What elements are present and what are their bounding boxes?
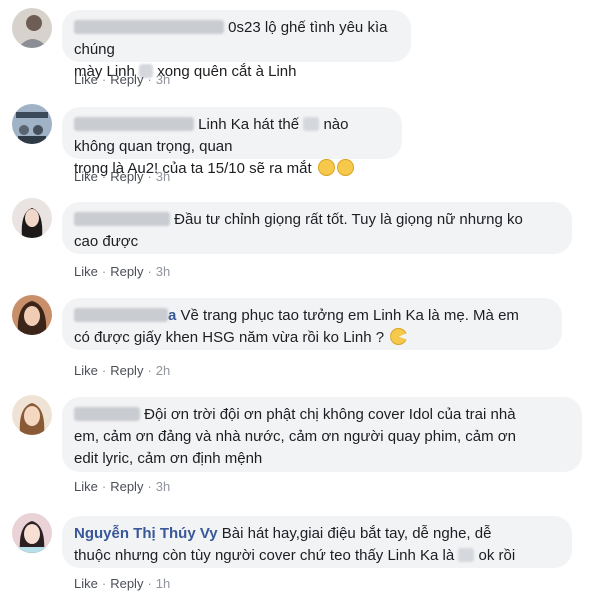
avatar[interactable] <box>12 8 52 48</box>
comment-bubble: Nguyễn Thị Thúy Vy Bài hát hay,giai điệu… <box>62 516 572 568</box>
comment-text: xong quên cắt à Linh <box>157 63 297 80</box>
like-link[interactable]: Like <box>74 72 98 87</box>
avatar[interactable] <box>12 295 52 335</box>
like-link[interactable]: Like <box>74 363 98 378</box>
comment-actions: Like · Reply · 3h <box>74 479 171 494</box>
comment-bubble: Đầu tư chỉnh giọng rất tốt. Tuy là giọng… <box>62 202 572 254</box>
comment-time[interactable]: 3h <box>156 264 170 279</box>
comment-actions: Like · Reply · 1h <box>74 576 171 591</box>
comment-text: ok rồi <box>478 547 516 564</box>
comment-text: Bài hát hay,giai điệu bắt tay, dễ nghe, … <box>221 525 492 542</box>
comment-bubble: Linh Ka hát thế nào không quan trọng, qu… <box>62 107 402 177</box>
comment-time[interactable]: 3h <box>156 169 170 184</box>
comment-text: Đội ơn trời đội ơn phật chị không cover … <box>144 406 516 423</box>
comment-author[interactable]: Nguyễn Thị Thúy Vy <box>74 525 218 542</box>
comment-text: Linh Ka hát thế <box>198 116 300 133</box>
avatar[interactable] <box>12 395 52 435</box>
comment-bubble: Đội ơn trời đội ơn phật chị không cover … <box>62 397 582 472</box>
comment-bubble: 0s23 lộ ghế tình yêu kìa chúng mày Linh … <box>62 10 411 80</box>
comment-text: cao được <box>74 233 139 250</box>
comment-text: Về trang phục tao tưởng em Linh Ka là mẹ… <box>180 307 519 324</box>
comment-time[interactable]: 3h <box>156 479 170 494</box>
reply-link[interactable]: Reply <box>110 576 143 591</box>
comment-text: em, cảm ơn đảng và nhà nước, cảm ơn ngườ… <box>74 428 516 445</box>
reply-link[interactable]: Reply <box>110 169 143 184</box>
smiley-emoji-icon <box>317 159 335 176</box>
comment-author[interactable]: a <box>74 307 176 324</box>
like-link[interactable]: Like <box>74 169 98 184</box>
comment-text: edit lyric, cảm ơn định mệnh <box>74 450 263 467</box>
comment-actions: Like · Reply · 2h <box>74 363 171 378</box>
avatar[interactable] <box>12 104 52 144</box>
comment-author[interactable] <box>74 116 194 133</box>
comment-bubble: a Về trang phục tao tưởng em Linh Ka là … <box>62 298 562 350</box>
comment-actions: Like · Reply · 3h <box>74 264 171 279</box>
comment-author[interactable] <box>74 406 140 423</box>
reply-link[interactable]: Reply <box>110 363 143 378</box>
comment-text: Đầu tư chỉnh giọng rất tốt. Tuy là giọng… <box>174 211 523 228</box>
comment-text: có được giấy khen HSG năm vừa rồi ko Lin… <box>74 329 385 346</box>
avatar[interactable] <box>12 513 52 553</box>
reply-link[interactable]: Reply <box>110 479 143 494</box>
comment-author[interactable] <box>74 211 170 228</box>
like-link[interactable]: Like <box>74 479 98 494</box>
comment-text: thuộc nhưng còn tùy người cover chứ teo … <box>74 547 455 564</box>
reply-link[interactable]: Reply <box>110 264 143 279</box>
comment-author[interactable] <box>74 19 224 36</box>
like-link[interactable]: Like <box>74 576 98 591</box>
comment-time[interactable]: 2h <box>156 363 170 378</box>
comment-actions: Like · Reply · 3h <box>74 169 171 184</box>
smiley-emoji-icon <box>336 159 354 176</box>
reply-link[interactable]: Reply <box>110 72 143 87</box>
comment-time[interactable]: 3h <box>156 72 170 87</box>
comment-actions: Like · Reply · 3h <box>74 72 171 87</box>
comment-time[interactable]: 1h <box>156 576 170 591</box>
like-link[interactable]: Like <box>74 264 98 279</box>
pacman-emoji-icon <box>390 328 408 345</box>
avatar[interactable] <box>12 198 52 238</box>
